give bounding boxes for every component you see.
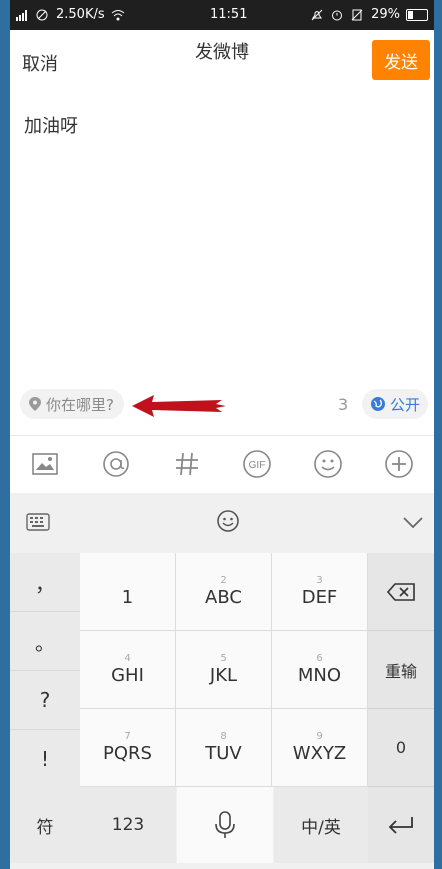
location-bar: 你在哪里? 3 公开 [10, 385, 434, 425]
t9-key[interactable]: 2 ABC [176, 553, 272, 631]
emoji-icon[interactable] [312, 448, 344, 480]
add-icon[interactable] [383, 448, 415, 480]
t9-key[interactable]: 9 WXYZ [272, 709, 368, 787]
compose-text[interactable]: 加油呀 [24, 112, 78, 138]
no-sim-icon [351, 9, 365, 21]
battery-icon [406, 8, 428, 21]
keyboard: ， 。 ? ! 1 2 ABC 3 DEF 4 GHI 5 JKL 6 MNO 7 PQRS… [10, 493, 434, 869]
enter-icon [388, 817, 413, 834]
microphone-icon [215, 811, 235, 838]
svg-text:GIF: GIF [249, 460, 266, 471]
t9-key[interactable]: 1 [80, 553, 176, 631]
zero-key[interactable]: 0 [368, 709, 434, 787]
location-button[interactable]: 你在哪里? [20, 389, 124, 419]
language-switch-button[interactable]: 中/英 [274, 787, 368, 863]
mute-icon [311, 9, 325, 21]
backspace-icon [386, 582, 415, 601]
keyboard-emoji-icon[interactable] [216, 509, 240, 537]
t9-key[interactable]: 5 JKL [176, 631, 272, 709]
symbol-mode-button[interactable]: 符 [10, 787, 80, 863]
compose-header: 取消 发微博 发送 [10, 30, 434, 88]
retype-button[interactable]: 重输 [368, 631, 434, 709]
blocked-icon [36, 9, 50, 21]
red-arrow-annotation [132, 395, 226, 417]
hashtag-icon[interactable] [171, 448, 203, 480]
signal-icon [16, 9, 30, 21]
visibility-button[interactable]: 公开 [361, 389, 428, 419]
char-count: 3 [338, 395, 349, 414]
phone-screen: 2.50K/s 11:51 29% 取消 发微博 发送 加油呀 你在哪里? 3 … [10, 0, 434, 869]
symbol-key[interactable]: ， [10, 553, 80, 612]
chevron-down-icon[interactable] [402, 515, 424, 534]
symbol-key[interactable]: ! [10, 730, 80, 789]
enter-button[interactable] [368, 787, 434, 863]
location-pin-icon [29, 397, 41, 411]
symbol-key[interactable]: ? [10, 671, 80, 730]
t9-key[interactable]: 4 GHI [80, 631, 176, 709]
at-icon[interactable] [100, 448, 132, 480]
t9-key[interactable]: 3 DEF [272, 553, 368, 631]
image-icon[interactable] [29, 448, 61, 480]
send-button[interactable]: 发送 [372, 40, 430, 80]
status-bar: 2.50K/s 11:51 29% [10, 0, 434, 30]
wifi-icon [111, 9, 125, 21]
keyboard-bottom-row: 符 123 中/英 [10, 787, 434, 869]
location-label: 你在哪里? [46, 395, 114, 414]
network-speed: 2.50K/s [56, 7, 105, 22]
battery-percent: 29% [371, 7, 400, 22]
number-mode-button[interactable]: 123 [80, 787, 176, 863]
voice-input-button[interactable] [177, 787, 273, 863]
visibility-label: 公开 [389, 395, 420, 414]
symbol-column: ， 。 ? ! [10, 553, 80, 789]
t9-keypad: 1 2 ABC 3 DEF 4 GHI 5 JKL 6 MNO 7 PQRS 8 TUV 9W… [80, 553, 368, 787]
globe-icon [370, 397, 385, 411]
compose-toolbar: GIF [10, 435, 434, 492]
clock: 11:51 [210, 7, 248, 22]
symbol-key[interactable]: 。 [10, 612, 80, 671]
gif-icon[interactable]: GIF [241, 448, 273, 480]
backspace-button[interactable] [368, 553, 434, 631]
right-key-column: 重输 0 [368, 553, 434, 787]
keyboard-top-bar [10, 493, 434, 554]
t9-key[interactable]: 7 PQRS [80, 709, 176, 787]
t9-key[interactable]: 8 TUV [176, 709, 272, 787]
keyboard-icon[interactable] [26, 513, 50, 535]
page-title: 发微博 [195, 42, 249, 63]
t9-key[interactable]: 6 MNO [272, 631, 368, 709]
alarm-icon [331, 9, 345, 21]
